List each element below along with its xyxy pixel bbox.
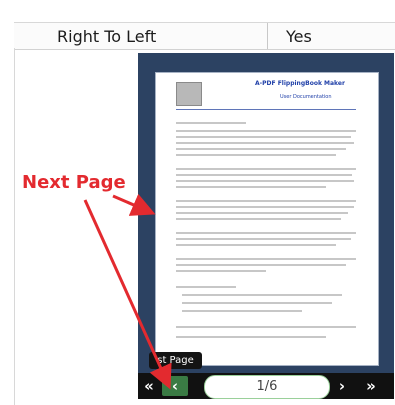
- annotation-arrows: [83, 193, 172, 390]
